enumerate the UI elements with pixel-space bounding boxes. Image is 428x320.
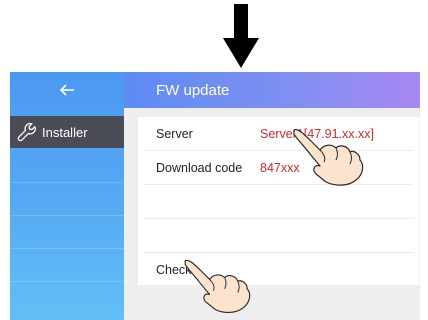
server-row[interactable]: Server Server1[47.91.xx.xx] — [144, 117, 413, 151]
page-header: FW update — [124, 72, 420, 108]
sidebar-item-label: Installer — [42, 124, 88, 140]
sidebar-divider — [10, 215, 124, 249]
back-button[interactable] — [10, 72, 124, 108]
sidebar-item-installer[interactable]: Installer — [10, 116, 124, 148]
down-arrow-icon — [223, 4, 259, 68]
left-arrow-icon — [59, 84, 74, 96]
empty-row — [144, 219, 413, 253]
download-code-label: Download code — [156, 160, 243, 175]
sidebar-divider — [10, 182, 124, 216]
download-code-row[interactable]: Download code 847xxx — [144, 151, 413, 185]
sidebar-divider — [10, 248, 124, 282]
pointing-hand-icon — [184, 259, 251, 313]
pointing-hand-icon — [293, 129, 364, 186]
sidebar: Installer — [10, 72, 124, 320]
empty-row — [144, 185, 413, 219]
sidebar-divider — [10, 281, 124, 315]
wrench-icon — [17, 122, 36, 142]
page-title: FW update — [156, 81, 230, 99]
server-label: Server — [156, 126, 193, 141]
